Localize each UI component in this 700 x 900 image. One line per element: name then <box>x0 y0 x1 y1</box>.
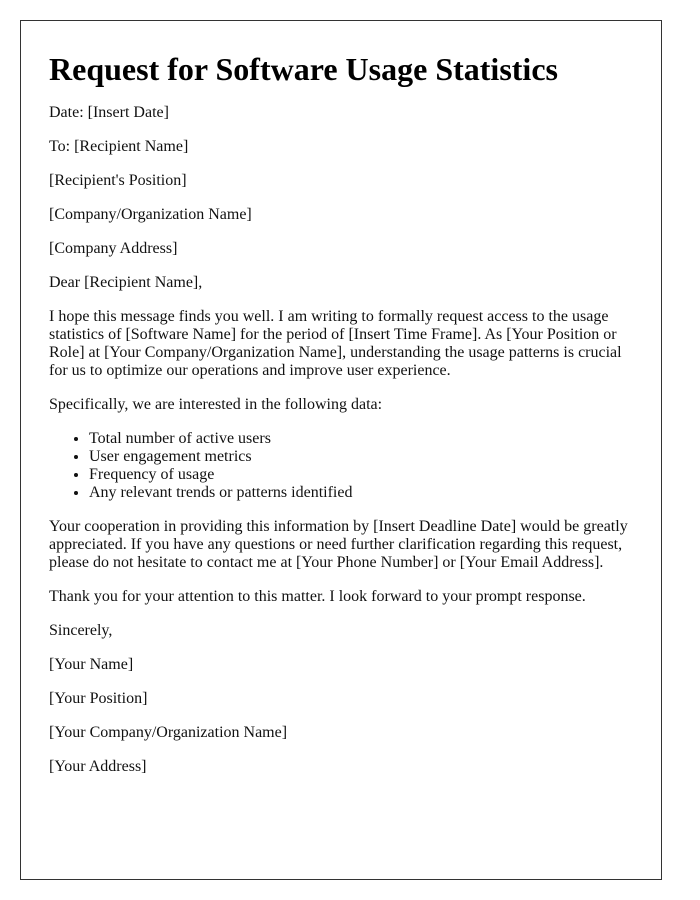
list-item: Total number of active users <box>89 430 633 448</box>
list-item: User engagement metrics <box>89 448 633 466</box>
requested-data-list: Total number of active users User engage… <box>49 430 633 502</box>
letter-title: Request for Software Usage Statistics <box>49 51 558 87</box>
thanks-paragraph: Thank you for your attention to this mat… <box>49 588 586 605</box>
cooperation-paragraph: Your cooperation in providing this infor… <box>49 518 628 571</box>
list-intro: Specifically, we are interested in the f… <box>49 396 383 413</box>
recipient-address-line: [Company Address] <box>49 240 178 257</box>
signature-name: [Your Name] <box>49 656 134 673</box>
signature-position: [Your Position] <box>49 690 148 707</box>
closing: Sincerely, <box>49 622 113 639</box>
intro-paragraph: I hope this message finds you well. I am… <box>49 308 622 379</box>
list-item: Any relevant trends or patterns identifi… <box>89 484 633 502</box>
recipient-name-line: To: [Recipient Name] <box>49 138 189 155</box>
recipient-company-line: [Company/Organization Name] <box>49 206 252 223</box>
signature-company: [Your Company/Organization Name] <box>49 724 288 741</box>
salutation: Dear [Recipient Name], <box>49 274 203 291</box>
list-item: Frequency of usage <box>89 466 633 484</box>
date-line: Date: [Insert Date] <box>49 104 169 121</box>
letter-container: Request for Software Usage Statistics Da… <box>20 20 662 880</box>
recipient-position-line: [Recipient's Position] <box>49 172 187 189</box>
signature-address: [Your Address] <box>49 758 147 775</box>
